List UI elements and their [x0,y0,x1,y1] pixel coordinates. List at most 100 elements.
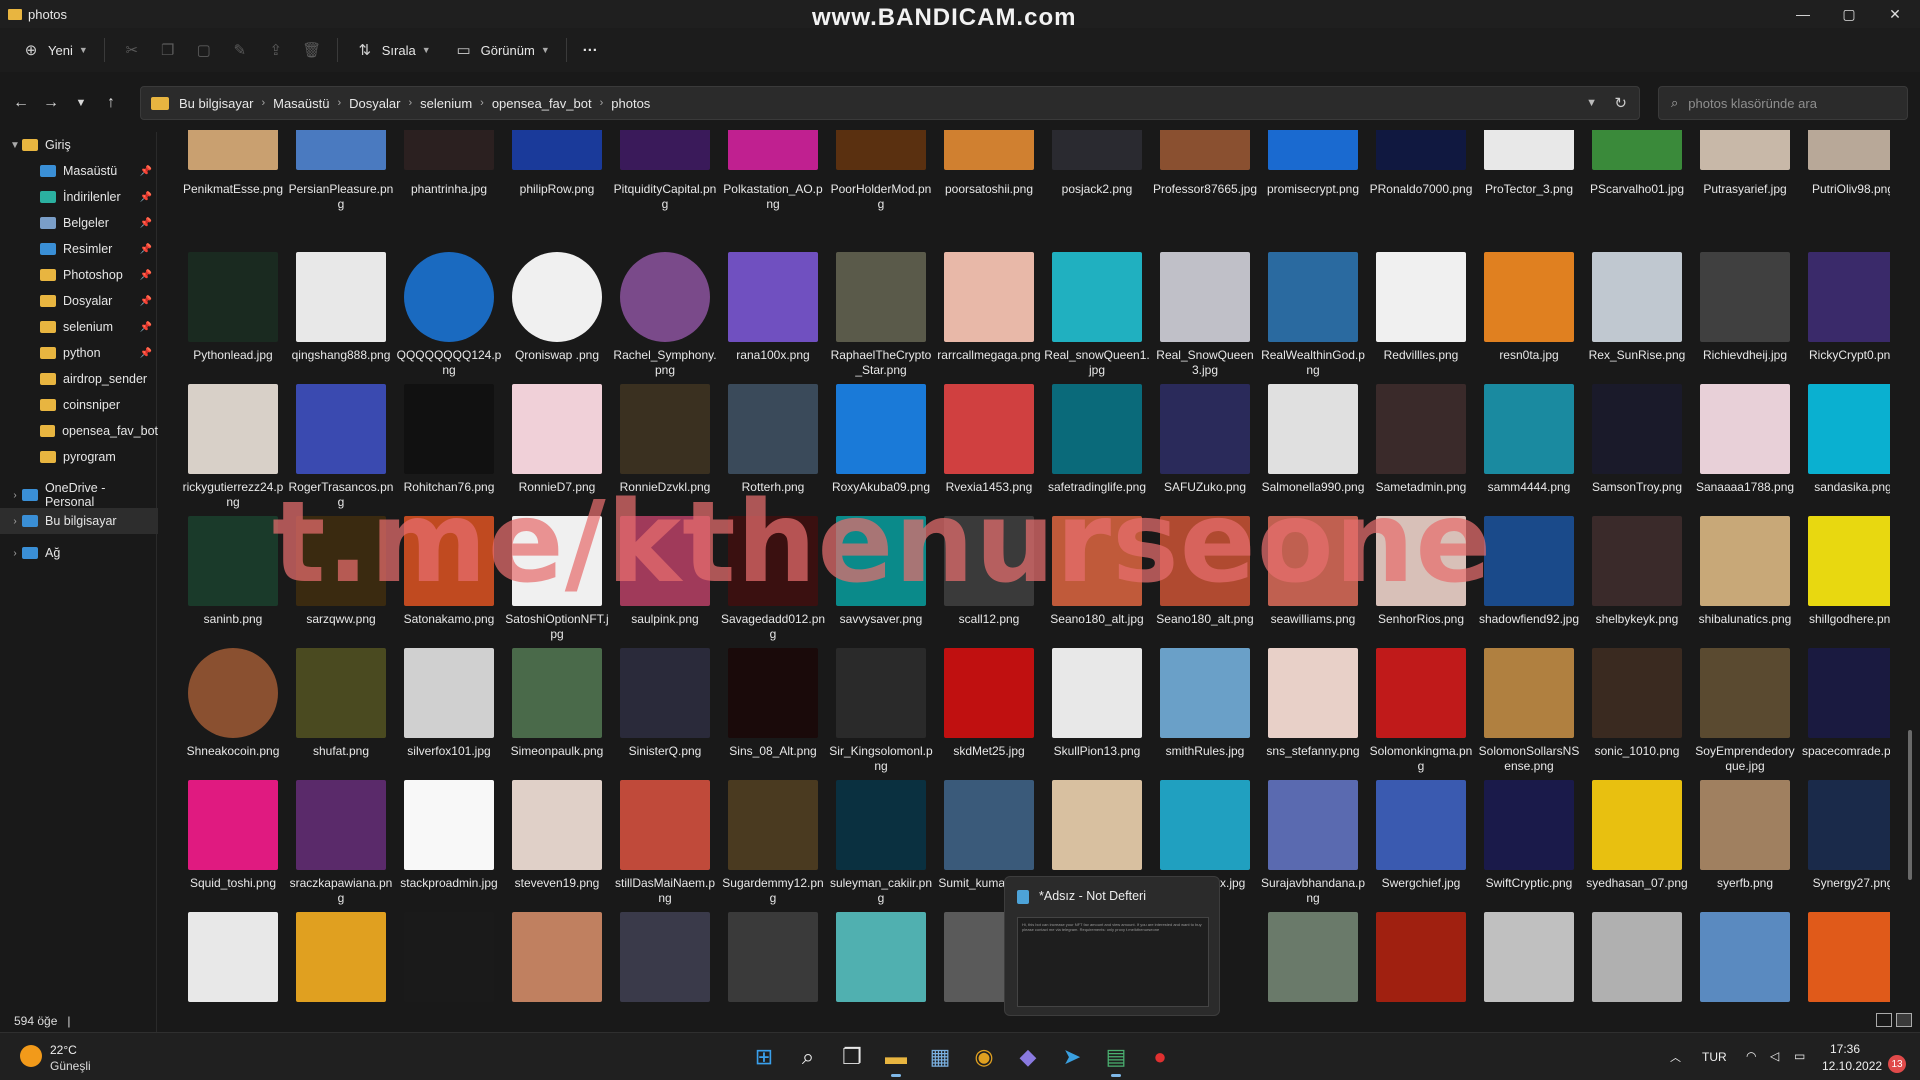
breadcrumb-photos[interactable]: photos [611,96,650,111]
file-item[interactable]: shillgodhere.png [1800,516,1890,648]
chevron-up-icon[interactable]: ︿ [1670,1049,1681,1065]
file-item[interactable]: sraczkapawiana.png [288,780,392,912]
file-item[interactable]: PRonaldo7000.png [1368,130,1472,262]
search-input[interactable]: ⌕ photos klasöründe ara [1658,86,1908,120]
sidebar-item[interactable]: › Ağ [0,540,158,566]
file-item[interactable]: Sins_08_Alt.png [720,648,824,780]
file-item[interactable]: Sanaaaa1788.png [1692,384,1796,516]
file-item[interactable]: ProTector_3.png [1476,130,1580,262]
file-item[interactable]: stillDasMaiNaem.png [612,780,716,912]
file-item[interactable]: Real_snowQueen1.jpg [1044,252,1150,384]
file-item[interactable]: shufat.png [288,648,392,780]
file-item[interactable]: PitquidityCapital.png [612,130,716,262]
chrome-icon[interactable]: ◉ [968,1041,1000,1073]
file-item[interactable]: tank2022.png [180,912,284,1008]
language-indicator[interactable]: TUR [1702,1050,1727,1064]
file-item[interactable]: skdMet25.jpg [936,648,1040,780]
sidebar-item[interactable]: Dosyalar 📌 [0,288,158,314]
photos-app-icon[interactable]: ▦ [924,1041,956,1073]
file-item[interactable]: The_Real_Commander7.png [1476,912,1580,1008]
copy-icon[interactable]: ❐ [157,41,179,59]
vertical-scrollbar[interactable] [1908,730,1912,880]
file-item[interactable]: thefishman71.png [1692,912,1796,1008]
app-icon[interactable]: ◆ [1012,1041,1044,1073]
file-item[interactable]: Putrasyarief.jpg [1692,130,1796,262]
battery-icon[interactable]: ▭ [1794,1049,1805,1063]
file-item[interactable]: Thanhphat999999.jpg [1260,912,1364,1008]
file-item[interactable]: Qroniswap .png [504,252,608,384]
file-item[interactable]: sonic_1010.png [1584,648,1688,780]
clock-date[interactable]: 12.10.2022 [1822,1059,1882,1073]
file-item[interactable]: PScarvalho01.jpg [1584,130,1688,262]
file-item[interactable]: SoyEmprendedoryque.jpg [1692,648,1796,780]
sort-button[interactable]: ⇅ Sırala ▼ [346,34,439,66]
rename-icon[interactable]: ✎ [229,41,251,59]
file-item[interactable]: tasveerkazmi.jpg [396,912,500,1008]
forward-icon[interactable]: → [36,94,66,112]
expand-chevron-icon[interactable]: › [8,548,22,559]
recent-chevron-icon[interactable]: ▼ [66,97,96,109]
file-item[interactable]: syedhasan_07.png [1584,780,1688,912]
file-item[interactable]: TheKingComeBack777.png [1800,912,1890,1008]
file-item[interactable]: Synergy27.png [1800,780,1890,912]
breadcrumb-selenium[interactable]: selenium [420,96,472,111]
notepad-icon[interactable]: ▤ [1100,1041,1132,1077]
file-item[interactable]: TerraDollar.png [828,912,932,1008]
file-item[interactable]: Simeonpaulk.png [504,648,608,780]
file-item[interactable]: PenikmatEsse.png [180,130,284,262]
file-item[interactable]: shelbykeyk.png [1584,516,1688,648]
file-item[interactable]: sandasika.png [1800,384,1890,516]
sidebar-item[interactable]: › OneDrive - Personal [0,481,158,509]
file-item[interactable]: RealWealthinGod.png [1260,252,1365,384]
file-item[interactable]: Swergchief.jpg [1368,780,1472,912]
file-item[interactable]: SamsonTroy.png [1584,384,1688,516]
file-item[interactable]: promisecrypt.png [1260,130,1364,262]
file-item[interactable]: Sir_Kingsolomonl.png [828,648,933,780]
file-item[interactable]: tasveerkazmi1.jpg [612,912,716,1008]
file-item[interactable]: Redvillles.png [1368,252,1472,384]
file-item[interactable]: Rachel_Symphony.png [612,252,717,384]
sidebar-item[interactable]: Masaüstü 📌 [0,158,158,184]
file-item[interactable]: spacecomrade.png [1800,648,1890,780]
sidebar-item[interactable]: Photoshop 📌 [0,262,158,288]
file-item[interactable]: Richievdheij.jpg [1692,252,1796,384]
file-item[interactable]: SwiftCryptic.png [1476,780,1580,912]
close-button[interactable]: ✕ [1872,0,1918,28]
file-item[interactable]: resn0ta.jpg [1476,252,1580,384]
file-item[interactable]: rickygutierrezz24.png [180,384,284,516]
sidebar-item[interactable]: python 📌 [0,340,158,366]
file-item[interactable]: steveven19.png [504,780,608,912]
file-item[interactable]: posjack2.png [1044,130,1148,262]
expand-chevron-icon[interactable]: › [8,490,22,501]
sidebar-item[interactable]: airdrop_sender [0,366,158,392]
file-item[interactable]: Tankhaihuynh_OneForAll.png [288,912,392,1008]
file-item[interactable]: Sugardemmy12.png [720,780,824,912]
file-item[interactable]: syerfb.png [1692,780,1796,912]
minimize-button[interactable]: — [1780,0,1826,28]
file-item[interactable]: Surajavbhandana.png [1260,780,1365,912]
file-item[interactable]: QQQQQQQQ124.png [396,252,501,384]
maximize-button[interactable]: ▢ [1826,0,1872,28]
cut-icon[interactable]: ✂ [121,41,143,59]
file-item[interactable]: Professor87665.jpg [1152,130,1257,262]
file-item[interactable]: poorsatoshii.png [936,130,1040,262]
file-item[interactable]: The Solitaire Room .png [1368,912,1472,1008]
up-icon[interactable]: ↑ [96,94,126,112]
notepad-preview-popup[interactable]: *Adsız - Not Defteri Hi, this bot can in… [1004,876,1220,1016]
file-item[interactable]: silverfox101.jpg [396,648,500,780]
file-item[interactable]: PersianPleasure.png [288,130,393,262]
task-view-icon[interactable]: ❐ [836,1041,868,1073]
address-dropdown-icon[interactable]: ▼ [1586,97,1597,109]
file-item[interactable]: SinisterQ.png [612,648,716,780]
sidebar-item[interactable]: İndirilenler 📌 [0,184,158,210]
file-item[interactable]: SkullPion13.png [1044,648,1148,780]
sidebar-item[interactable]: Belgeler 📌 [0,210,158,236]
volume-icon[interactable]: ◁ [1770,1049,1779,1063]
file-item[interactable]: Rex_SunRise.png [1584,252,1688,384]
sidebar-item[interactable]: › Bu bilgisayar [0,508,158,534]
breadcrumb-desktop[interactable]: Masaüstü [273,96,329,111]
breadcrumb-dosyalar[interactable]: Dosyalar [349,96,400,111]
expand-chevron-icon[interactable]: › [8,516,22,527]
file-item[interactable]: RickyCrypt0.png [1800,252,1890,384]
file-item[interactable]: Solomonkingma.png [1368,648,1472,780]
